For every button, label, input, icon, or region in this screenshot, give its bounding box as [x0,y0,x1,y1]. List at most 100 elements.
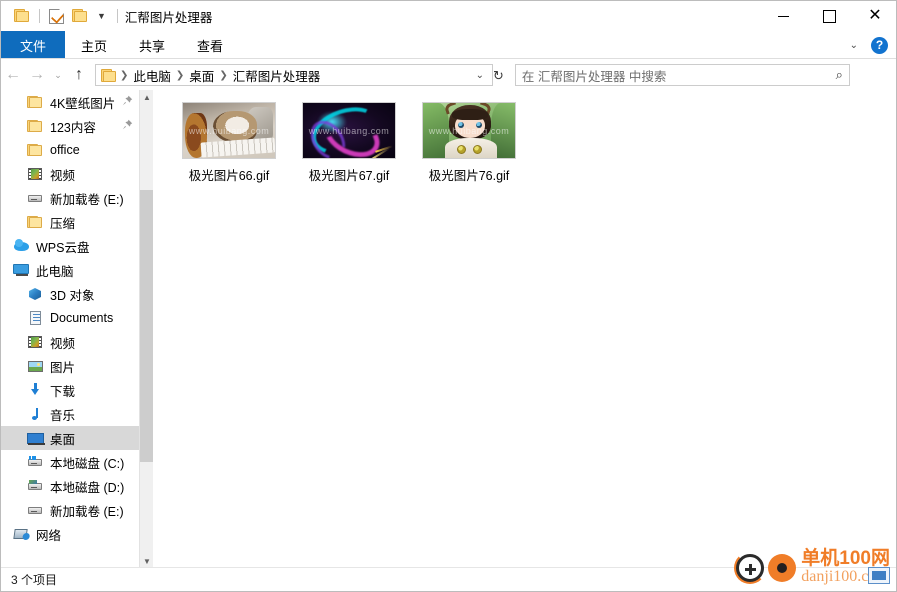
title-bar: ▼ 汇帮图片处理器 ✕ [1,1,896,31]
breadcrumb-desktop[interactable]: 桌面 [185,66,218,85]
ribbon-tab-bar: 文件 主页 共享 查看 ⌄ ? [1,31,896,59]
sidebar-item-5[interactable]: 压缩 [1,210,139,234]
breadcrumb-separator-2[interactable]: ❯ [218,70,228,81]
sidebar-item-label: office [50,143,80,157]
breadcrumb-separator-1[interactable]: ❯ [175,70,185,81]
sidebar-item-label: 123内容 [50,120,96,135]
sidebar-item-8[interactable]: 3D 对象 [1,282,139,306]
sidebar-item-16[interactable]: 本地磁盘 (D:) [1,474,139,498]
quick-access-folder-icon[interactable] [14,9,30,23]
folder-icon [27,94,44,110]
file-thumbnail[interactable]: www.huibang.com [302,102,396,159]
sidebar-item-label: 视频 [50,336,76,351]
desktop-icon [27,430,45,446]
back-button[interactable]: ← [1,63,25,87]
breadcrumb-this-pc[interactable]: 此电脑 [129,66,175,85]
sidebar-item-0[interactable]: 4K壁纸图片 [1,90,139,114]
video-icon [27,166,44,182]
ribbon-divider [1,58,896,59]
window-controls: ✕ [760,1,896,31]
file-item[interactable]: www.huibang.com 极光图片66.gif [169,98,289,184]
tab-share[interactable]: 共享 [123,31,181,59]
recent-locations-chevron-down-icon[interactable]: ⌄ [49,63,67,87]
sidebar-item-1[interactable]: 123内容 [1,114,139,138]
sidebar-item-label: 桌面 [50,432,76,447]
search-box[interactable]: 在 汇帮图片处理器 中搜索 ⌕ [514,64,850,86]
new-folder-icon[interactable] [72,9,88,23]
sidebar-item-label: 音乐 [50,408,76,423]
sidebar-item-14[interactable]: 桌面 [1,426,153,450]
sidebar-item-label: WPS云盘 [36,240,90,255]
help-button[interactable]: ? [871,36,888,54]
sidebar-item-label: 4K壁纸图片 [50,96,116,111]
breadcrumb-current-folder[interactable]: 汇帮图片处理器 [229,66,325,85]
sidebar-item-label: 下载 [50,384,76,399]
close-button[interactable]: ✕ [852,1,896,31]
maximize-button[interactable] [806,1,852,31]
thumbnail-watermark: www.huibang.com [188,125,270,136]
sidebar-item-17[interactable]: 新加载卷 (E:) [1,498,139,522]
folder-icon [27,214,44,230]
address-folder-icon [101,68,116,82]
address-dropdown-chevron-down-icon[interactable]: ⌄ [474,70,490,81]
sidebar-item-18[interactable]: 网络 [1,522,139,546]
sidebar-item-3[interactable]: 视频 [1,162,139,186]
file-name[interactable]: 极光图片66.gif [189,165,270,184]
item-count-label: 3 个项目 [11,573,58,587]
sidebar-item-10[interactable]: 视频 [1,330,139,354]
video-icon [27,334,44,350]
file-thumbnail[interactable]: www.huibang.com [422,102,516,159]
scrollbar-thumb[interactable] [140,190,153,462]
navigation-bar: ← → ⌄ ↑ ❯ 此电脑 ❯ 桌面 ❯ 汇帮图片处理器 ⌄ ↻ 在 汇帮图片处… [1,60,896,90]
search-input[interactable]: 在 汇帮图片处理器 中搜索 [522,66,836,85]
file-name[interactable]: 极光图片67.gif [309,165,390,184]
folder-icon [27,118,44,134]
customize-qat-caret-icon[interactable]: ▼ [97,11,106,21]
file-name[interactable]: 极光图片76.gif [429,165,510,184]
pin-icon[interactable] [122,95,133,109]
file-item[interactable]: www.huibang.com 极光图片67.gif [289,98,409,184]
file-list-pane[interactable]: www.huibang.com 极光图片66.gif www.huibang.c… [153,90,896,569]
folder-icon [27,142,44,158]
cloud-icon [13,238,30,254]
expand-ribbon-chevron-down-icon[interactable]: ⌄ [845,40,863,51]
sidebar-item-2[interactable]: office [1,138,139,162]
tab-view[interactable]: 查看 [181,31,239,59]
sidebar-item-label: 视频 [50,168,76,183]
address-bar[interactable]: ❯ 此电脑 ❯ 桌面 ❯ 汇帮图片处理器 ⌄ [95,64,493,86]
drive-icon [27,190,44,206]
sidebar-item-7[interactable]: 此电脑 [1,258,139,282]
refresh-icon[interactable]: ↻ [493,69,509,82]
up-button[interactable]: ↑ [67,63,91,87]
window-body: 4K壁纸图片 123内容 office 视频 新加载卷 (E:) 压缩 WPS云盘 此电脑 3D… [1,90,896,569]
tab-home[interactable]: 主页 [65,31,123,59]
qat-divider-2 [116,9,118,23]
navigation-tree: 4K壁纸图片 123内容 office 视频 新加载卷 (E:) 压缩 WPS云盘 此电脑 3D… [1,90,153,546]
file-item[interactable]: www.huibang.com 极光图片76.gif [409,98,529,184]
sidebar-item-6[interactable]: WPS云盘 [1,234,139,258]
file-thumbnail[interactable]: www.huibang.com [182,102,276,159]
pics-icon [27,358,44,374]
sidebar-item-11[interactable]: 图片 [1,354,139,378]
navigation-scrollbar[interactable]: ▲ ▼ [139,90,153,569]
sidebar-item-4[interactable]: 新加载卷 (E:) [1,186,139,210]
properties-icon[interactable] [49,8,64,24]
search-icon[interactable]: ⌕ [836,67,843,83]
sidebar-item-9[interactable]: Documents [1,306,139,330]
thumbnail-watermark: www.huibang.com [428,125,510,136]
3d-icon [27,286,44,302]
qat-divider [39,9,40,23]
minimize-button[interactable] [760,1,806,31]
pin-icon[interactable] [122,119,133,133]
ribbon-right-controls: ⌄ ? [845,31,894,59]
sidebar-item-13[interactable]: 音乐 [1,402,139,426]
scroll-up-chevron-up-icon[interactable]: ▲ [140,90,153,105]
sidebar-item-15[interactable]: 本地磁盘 (C:) [1,450,139,474]
sidebar-item-12[interactable]: 下载 [1,378,139,402]
network-icon [13,526,30,542]
tab-file[interactable]: 文件 [1,31,66,59]
quick-access-toolbar: ▼ [1,8,123,24]
sidebar-item-label: 图片 [50,360,76,375]
navigation-pane: 4K壁纸图片 123内容 office 视频 新加载卷 (E:) 压缩 WPS云盘 此电脑 3D… [1,90,153,569]
forward-button[interactable]: → [25,63,49,87]
